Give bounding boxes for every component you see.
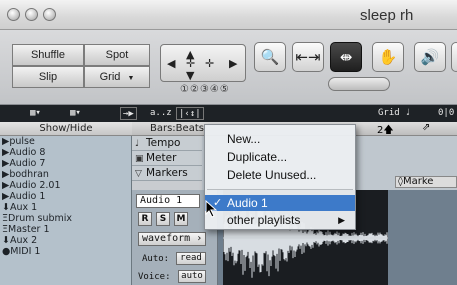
track-list-item[interactable]: ●MIDI 1 bbox=[0, 246, 131, 257]
track-name-field[interactable]: Audio 1 bbox=[136, 194, 200, 208]
zoom-range-label[interactable]: a..z bbox=[150, 107, 172, 120]
menu-separator bbox=[207, 189, 353, 190]
zoom-tool-icon[interactable]: 🔍 bbox=[254, 42, 286, 72]
other-playlists-label: other playlists bbox=[227, 213, 301, 227]
track-list-item[interactable]: ▶Audio 1 bbox=[0, 191, 131, 202]
pencil-tool-icon[interactable] bbox=[451, 42, 457, 72]
selector-tool-icon[interactable]: ⇼ bbox=[330, 42, 362, 72]
nudge-control[interactable]: ◀ ▲ ✛ ▼ ✛ ▶ bbox=[160, 44, 246, 82]
solo-button[interactable]: S bbox=[156, 212, 170, 226]
meter-ruler[interactable]: ▣ Meter bbox=[132, 151, 202, 166]
tempo-ruler[interactable]: ♩ Tempo bbox=[132, 136, 202, 151]
automation-mode-select[interactable]: read bbox=[176, 252, 206, 265]
markers-icon: ▽ bbox=[135, 169, 142, 179]
nudge-down-icon[interactable]: ▼ bbox=[186, 69, 194, 82]
track-list-item[interactable]: ▶pulse bbox=[0, 136, 131, 147]
chevron-right-icon: › bbox=[196, 233, 203, 244]
track-view-selector[interactable]: waveform › bbox=[138, 232, 206, 246]
track-view-value: waveform bbox=[142, 233, 191, 244]
edit-window-bar: ▦▾ ▦▾ →▶ a..z |‹↕| Grid ♩ 0|0 bbox=[0, 105, 457, 122]
auto-label: Auto: bbox=[142, 254, 170, 264]
mute-button[interactable]: M bbox=[174, 212, 188, 226]
marker-flag[interactable]: ◊Marke bbox=[395, 176, 457, 188]
shuffle-mode-button[interactable]: Shuffle bbox=[12, 44, 84, 66]
scrubber-speaker-icon[interactable]: 🔊 bbox=[414, 42, 446, 72]
slip-mode-button[interactable]: Slip bbox=[12, 66, 84, 88]
nudge-left-icon[interactable]: ◀ bbox=[167, 57, 175, 70]
smart-tool-bar[interactable] bbox=[328, 77, 390, 91]
track-view-menu-icon[interactable]: ▦▾ bbox=[30, 107, 41, 120]
track-list-item[interactable]: ▶Audio 8 bbox=[0, 147, 131, 158]
menu-item-new[interactable]: New... bbox=[205, 131, 355, 147]
bars-beats-ruler-label[interactable]: Bars:Beats bbox=[150, 123, 204, 134]
close-window-button[interactable] bbox=[7, 8, 20, 21]
ruler-view-menu-icon[interactable]: ▦▾ bbox=[70, 107, 81, 120]
mouse-pointer-icon bbox=[205, 200, 218, 218]
grabber-hand-icon[interactable]: ✋ bbox=[372, 42, 404, 72]
voice-label: Voice: bbox=[138, 272, 171, 282]
record-enable-button[interactable]: R bbox=[138, 212, 152, 226]
menu-item-duplicate[interactable]: Duplicate... bbox=[205, 149, 355, 165]
tab-to-transient-icon[interactable]: |‹↕| bbox=[176, 107, 204, 120]
minimize-window-button[interactable] bbox=[25, 8, 38, 21]
voice-select[interactable]: auto bbox=[178, 270, 206, 283]
trim-tool-icon[interactable]: ⇤⇥ bbox=[292, 42, 324, 72]
track-list-item[interactable]: ΞDrum submix bbox=[0, 213, 131, 224]
current-playlist-label: Audio 1 bbox=[227, 196, 268, 210]
tracks-list: ▶pulse ▶Audio 8 ▶Audio 7 ▶bodhran ▶Audio… bbox=[0, 136, 132, 285]
menu-item-current-playlist[interactable]: ✓ Audio 1 bbox=[205, 195, 355, 211]
zoom-window-button[interactable] bbox=[43, 8, 56, 21]
tempo-icon: ♩ bbox=[135, 139, 140, 149]
track-list-item[interactable]: ▶Audio 2.01 bbox=[0, 180, 131, 191]
track-list-item[interactable]: ⬇Aux 2 bbox=[0, 235, 131, 246]
spot-mode-button[interactable]: Spot bbox=[84, 44, 150, 66]
edit-toolbar: Shuffle Spot Slip Grid ▼ ◀ ▲ ✛ ▼ ✛ ▶ ①②③… bbox=[0, 30, 457, 105]
nudge-readout: 0|0 bbox=[438, 108, 455, 118]
track-list-item[interactable]: ▶Audio 7 bbox=[0, 158, 131, 169]
grid-mode-label: Grid bbox=[99, 71, 121, 83]
ruler-flag-icon: ⇗ bbox=[422, 122, 431, 133]
menu-item-delete-unused[interactable]: Delete Unused... bbox=[205, 167, 355, 183]
playlist-context-menu: New... Duplicate... Delete Unused... ✓ A… bbox=[204, 124, 356, 230]
track-list-item[interactable]: ▶bodhran bbox=[0, 169, 131, 180]
submenu-arrow-icon: ▶ bbox=[338, 215, 345, 225]
grid-value-label[interactable]: Grid ♩ bbox=[378, 107, 411, 120]
show-hide-header[interactable]: Show/Hide bbox=[0, 122, 132, 136]
nudge-fine-icon[interactable]: ✛ bbox=[205, 57, 214, 70]
track-list-item[interactable]: ΞMaster 1 bbox=[0, 224, 131, 235]
grid-label: Grid bbox=[378, 108, 400, 118]
window-title: sleep rh bbox=[360, 7, 414, 24]
link-timeline-icon[interactable]: →▶ bbox=[120, 107, 137, 120]
bar-marker-icon: 🡅 bbox=[383, 125, 394, 136]
track-list-item[interactable]: ⬇Aux 1 bbox=[0, 202, 131, 213]
grid-mode-button[interactable]: Grid ▼ bbox=[84, 66, 150, 88]
ruler-rows: ♩ Tempo ▣ Meter ▽ Markers bbox=[132, 136, 202, 181]
counter-digit-2: ② bbox=[189, 84, 200, 95]
window-titlebar: sleep rh bbox=[0, 0, 457, 30]
nudge-right-icon[interactable]: ▶ bbox=[229, 57, 237, 70]
menu-item-other-playlists[interactable]: other playlists ▶ bbox=[205, 212, 355, 228]
markers-ruler[interactable]: ▽ Markers bbox=[132, 166, 202, 181]
chevron-down-icon: ▼ bbox=[127, 75, 135, 82]
meter-icon: ▣ bbox=[135, 154, 144, 164]
counter-indicators: ①②③④⑤ bbox=[180, 84, 230, 95]
